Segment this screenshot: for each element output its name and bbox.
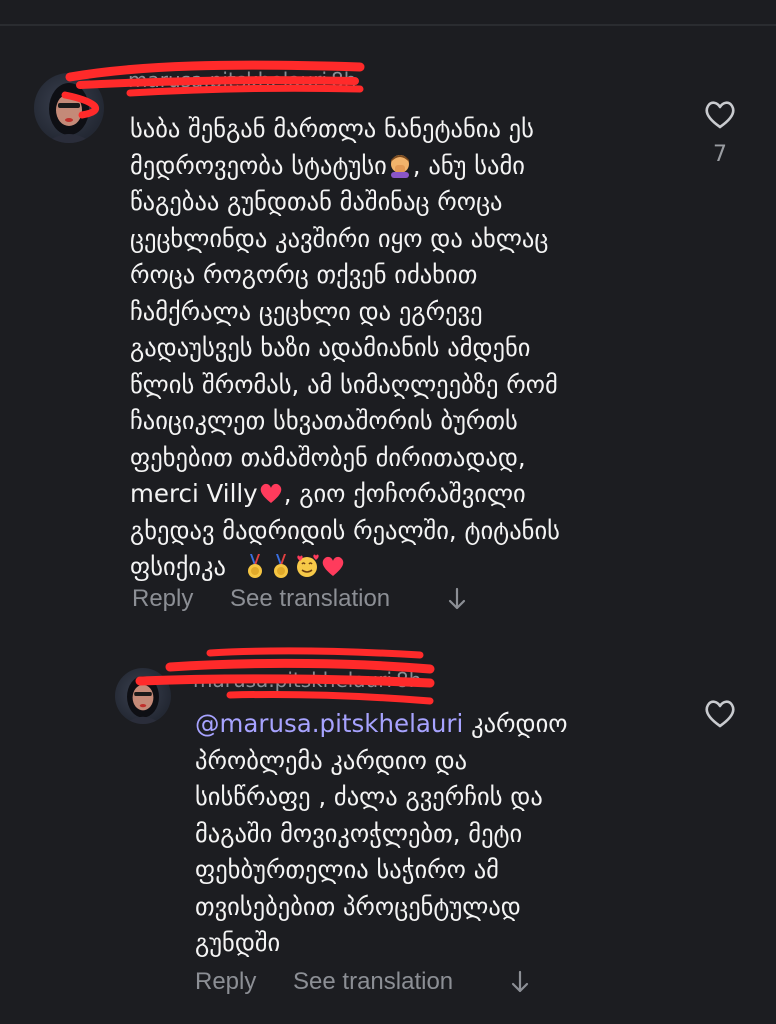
smiling-face-with-hearts-emoji [296, 554, 319, 577]
comment-header: marusa.pitskhelauri 8h [128, 68, 356, 92]
reply-button[interactable]: Reply [195, 968, 256, 996]
comments-screen: marusa.pitskhelauri 8h საბა შენგან მართლა… [0, 0, 776, 1024]
avatar[interactable] [115, 668, 171, 724]
mention-link[interactable]: @marusa.pitskhelauri [195, 709, 463, 738]
sports-medal-emoji [273, 554, 288, 578]
username[interactable]: marusa.pitskhelauri [193, 668, 392, 692]
red-heart-emoji [260, 483, 281, 503]
comment-text: @marusa.pitskhelauri კარდიო პრობლემა კარ… [195, 709, 568, 957]
comment-header: marusa.pitskhelauri 8h [193, 668, 421, 692]
comment-text: საბა შენგან მართლა ნანეტანია ეს მედროვეო… [130, 114, 560, 581]
comment-actions: Reply See translation [132, 585, 467, 613]
username[interactable]: marusa.pitskhelauri [128, 68, 327, 92]
timestamp: 8h [396, 668, 422, 692]
like-heart-icon[interactable] [702, 695, 738, 731]
red-heart-emoji [322, 556, 343, 576]
timestamp: 8h [331, 68, 357, 92]
like-count: 7 [713, 142, 727, 167]
chevron-down-icon[interactable] [510, 968, 530, 996]
like-heart-icon[interactable] [702, 96, 738, 132]
reply-button[interactable]: Reply [132, 585, 193, 613]
sports-medal-emoji [247, 554, 262, 578]
see-translation-button[interactable]: See translation [230, 585, 390, 613]
woman-facepalming-emoji [390, 154, 409, 178]
chevron-down-icon[interactable] [447, 585, 467, 613]
comment-actions: Reply See translation [195, 968, 530, 996]
comment-2-reply: marusa.pitskhelauri 8h @marusa.pitskhelau… [0, 630, 776, 1024]
comment-1: marusa.pitskhelauri 8h საბა შენგან მართლა… [0, 0, 776, 620]
see-translation-button[interactable]: See translation [293, 968, 453, 996]
avatar[interactable] [34, 73, 104, 143]
